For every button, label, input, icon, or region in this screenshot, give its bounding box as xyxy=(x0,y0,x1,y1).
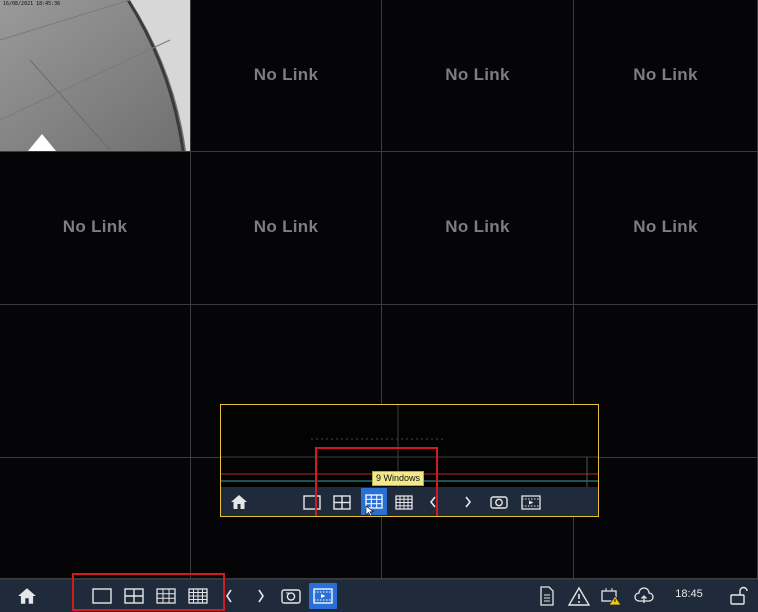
chevron-right-icon[interactable] xyxy=(461,490,475,514)
network-alert-icon[interactable] xyxy=(598,584,624,608)
camera-tile-7[interactable]: No Link xyxy=(382,152,574,305)
chevron-left-icon[interactable] xyxy=(427,490,439,514)
sequence-icon[interactable] xyxy=(487,490,511,514)
camera-tile-16[interactable] xyxy=(574,458,758,579)
no-link-label: No Link xyxy=(253,64,319,84)
layout-4-icon[interactable] xyxy=(122,584,146,608)
mouse-cursor-icon xyxy=(365,505,375,516)
camera-tile-1[interactable]: 16/08/2021 18:45:36 xyxy=(0,0,191,152)
no-link-label: No Link xyxy=(62,217,128,236)
home-icon[interactable] xyxy=(14,584,40,608)
no-link-label: No Link xyxy=(253,217,319,236)
no-link-label: No Link xyxy=(445,64,510,84)
layout-16-icon[interactable] xyxy=(393,490,415,514)
camera-tile-5[interactable]: No Link xyxy=(0,152,191,305)
bottom-toolbar: 18:45 xyxy=(0,573,758,612)
camera-tile-12[interactable] xyxy=(574,305,758,458)
layout-16-icon[interactable] xyxy=(186,584,210,608)
cloud-icon[interactable] xyxy=(631,584,657,608)
playback-icon[interactable] xyxy=(519,490,543,514)
camera-tile-2[interactable]: No Link xyxy=(191,0,382,152)
no-link-label: No Link xyxy=(633,217,698,236)
no-link-label: No Link xyxy=(445,217,510,236)
zoom-inset: 9 Windows xyxy=(220,404,599,517)
camera-feed-image xyxy=(0,0,190,151)
no-link-label: No Link xyxy=(633,64,698,84)
log-icon[interactable] xyxy=(536,584,558,608)
inset-toolbar xyxy=(221,487,598,516)
sequence-icon[interactable] xyxy=(278,584,304,608)
camera-tile-8[interactable]: No Link xyxy=(574,152,758,305)
clock-time: 18:45 xyxy=(675,588,703,600)
camera-tile-4[interactable]: No Link xyxy=(574,0,758,152)
layout-9-icon[interactable] xyxy=(154,584,178,608)
layout-tooltip: 9 Windows xyxy=(372,471,425,486)
alarm-icon[interactable] xyxy=(567,584,591,608)
camera-tile-13[interactable] xyxy=(0,458,191,579)
camera-tile-9[interactable] xyxy=(0,305,191,458)
camera-osd-timestamp: 16/08/2021 18:45:36 xyxy=(3,1,61,7)
home-icon[interactable] xyxy=(227,490,251,514)
camera-tile-6[interactable]: No Link xyxy=(191,152,382,305)
camera-tile-3[interactable]: No Link xyxy=(382,0,574,152)
chevron-left-icon[interactable] xyxy=(222,584,236,608)
lock-icon[interactable] xyxy=(726,584,750,608)
chevron-right-icon[interactable] xyxy=(254,584,268,608)
layout-4-icon[interactable] xyxy=(331,490,353,514)
layout-1-icon[interactable] xyxy=(90,584,114,608)
layout-1-icon[interactable] xyxy=(301,490,323,514)
playback-icon[interactable] xyxy=(309,583,337,609)
